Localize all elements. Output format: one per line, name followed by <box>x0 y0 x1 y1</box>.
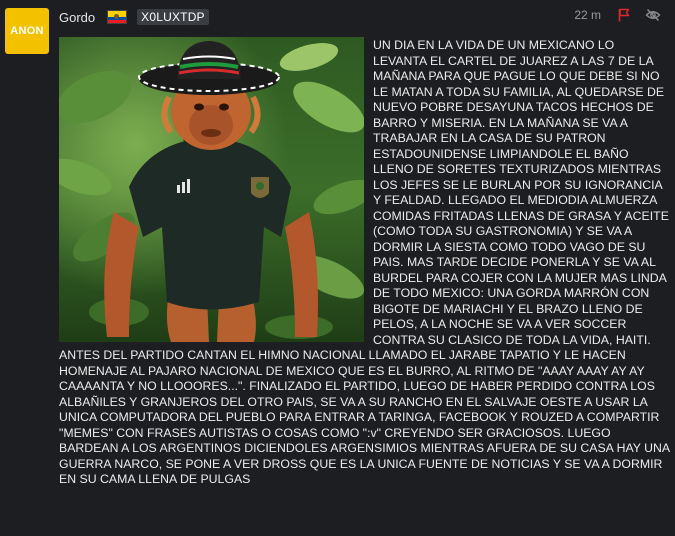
user-id-badge[interactable]: X0LUXTDP <box>137 9 209 25</box>
post: ANON Gordo X0LUXTDP 22 m UN DIA EN LA VI… <box>0 0 675 536</box>
avatar[interactable]: ANON <box>5 8 49 54</box>
ecuador-flag-icon <box>107 10 128 24</box>
timestamp: 22 m <box>574 8 601 22</box>
image-spacer <box>59 38 373 346</box>
post-header: Gordo X0LUXTDP <box>59 7 209 27</box>
eye-off-icon[interactable] <box>645 8 661 22</box>
post-body: UN DIA EN LA VIDA DE UN MEXICANO LO LEVA… <box>59 38 671 488</box>
report-flag-icon[interactable] <box>617 8 631 22</box>
username[interactable]: Gordo <box>59 10 95 25</box>
post-meta: 22 m <box>574 8 661 22</box>
